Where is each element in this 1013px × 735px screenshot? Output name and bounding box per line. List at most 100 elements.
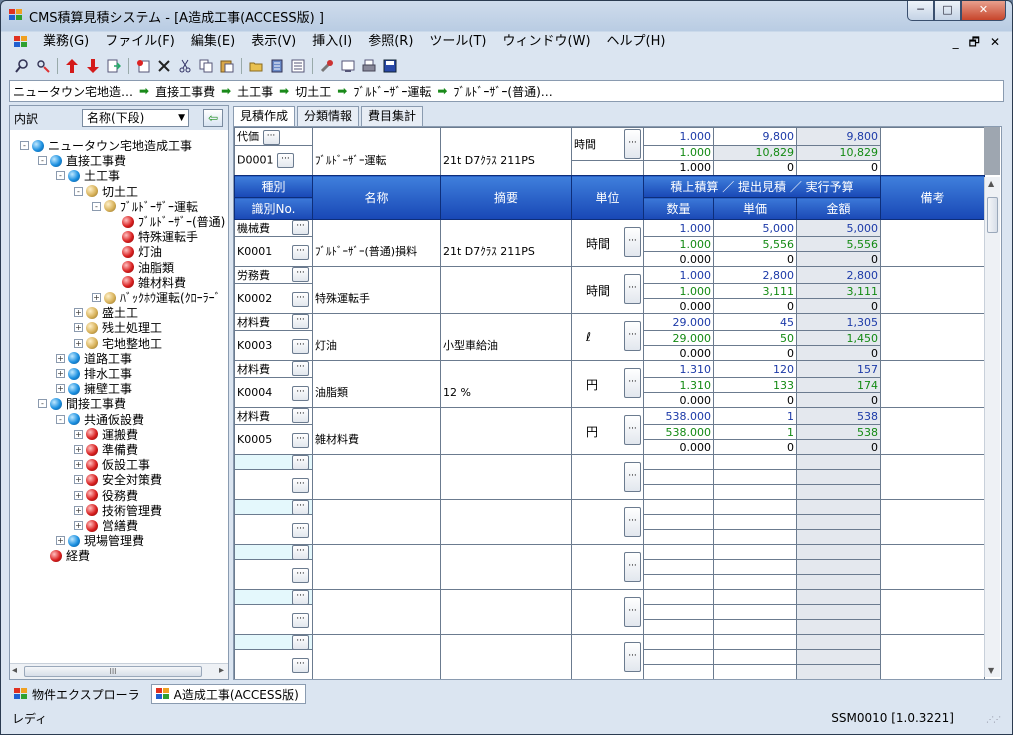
row-qty-estimate[interactable]: 1.000 bbox=[643, 219, 714, 237]
row-desc[interactable]: 小型車給油 bbox=[440, 330, 572, 361]
move-down-icon[interactable] bbox=[84, 57, 102, 75]
row-desc-top[interactable] bbox=[440, 360, 572, 378]
row-unit-cell[interactable]: ··· bbox=[571, 589, 644, 635]
row-desc[interactable] bbox=[440, 649, 572, 679]
row-name[interactable]: ﾌﾞﾙﾄﾞｰｻﾞｰ(普通)損料 bbox=[312, 236, 441, 267]
row-desc[interactable]: 21t D7ｸﾗｽ 211PS bbox=[440, 236, 572, 267]
row-qty-submit[interactable]: 1.310 bbox=[643, 377, 714, 393]
tree-node[interactable]: + 残土処理工 bbox=[74, 320, 162, 335]
ellipsis-button[interactable]: ··· bbox=[292, 220, 309, 235]
row-desc[interactable]: 12 % bbox=[440, 377, 572, 408]
row-price-submit[interactable]: 133 bbox=[713, 377, 797, 393]
collapse-icon[interactable]: - bbox=[56, 414, 65, 424]
scroll-up-icon[interactable]: ▲ bbox=[988, 179, 994, 188]
resize-grip-icon[interactable]: ⋰⋰ bbox=[986, 715, 1001, 724]
menu-insert[interactable]: 挿入(I) bbox=[304, 31, 360, 53]
row-kind-cell[interactable]: ··· bbox=[234, 634, 313, 650]
scroll-right-icon[interactable]: ▸ bbox=[219, 665, 224, 676]
ellipsis-button[interactable]: ··· bbox=[292, 658, 309, 673]
row-qty-submit[interactable] bbox=[643, 514, 714, 530]
menu-window[interactable]: ウィンドウ(W) bbox=[495, 31, 599, 53]
tree-node[interactable]: - 直接工事費 bbox=[38, 153, 126, 168]
row-desc-top[interactable] bbox=[440, 407, 572, 425]
ellipsis-button[interactable]: ··· bbox=[292, 361, 309, 376]
tree-view[interactable]: - ニュータウン宅地造成工事 - 直接工事費 - 土工事 - 切土工 - ﾌﾞﾙﾄﾞｰｻﾞｰ運転ﾌ… bbox=[10, 132, 228, 664]
tree-node[interactable]: + 役務費 bbox=[74, 488, 138, 503]
export-icon[interactable] bbox=[105, 57, 123, 75]
ellipsis-button[interactable]: ··· bbox=[292, 478, 309, 493]
row-price-submit[interactable]: 50 bbox=[713, 330, 797, 346]
row-note-cell[interactable] bbox=[880, 589, 986, 635]
row-kind-cell[interactable]: ··· bbox=[234, 454, 313, 470]
row-price-budget[interactable] bbox=[713, 619, 797, 635]
row-unit-cell[interactable]: 時間 ··· bbox=[571, 266, 644, 314]
row-price-estimate[interactable]: 120 bbox=[713, 360, 797, 378]
parent-price-estimate[interactable]: 9,800 bbox=[713, 127, 797, 146]
ellipsis-button[interactable]: ··· bbox=[292, 408, 309, 423]
row-note-cell[interactable] bbox=[880, 499, 986, 545]
row-name-top[interactable] bbox=[312, 634, 441, 650]
row-id-cell[interactable]: K0001 ··· bbox=[234, 236, 313, 267]
back-arrow-icon[interactable]: ⇦ bbox=[203, 109, 223, 127]
row-desc-top[interactable] bbox=[440, 219, 572, 237]
ellipsis-button[interactable]: ··· bbox=[292, 245, 309, 260]
breadcrumb-item[interactable]: ニュータウン宅地造… bbox=[13, 83, 133, 100]
row-note-cell[interactable] bbox=[880, 544, 986, 590]
row-name[interactable]: 雑材料費 bbox=[312, 424, 441, 455]
ellipsis-button[interactable]: ··· bbox=[624, 321, 641, 351]
row-kind-cell[interactable]: 材料費 ··· bbox=[234, 313, 313, 331]
row-name-top[interactable] bbox=[312, 454, 441, 470]
row-name[interactable] bbox=[312, 514, 441, 545]
row-price-budget[interactable]: 0 bbox=[713, 345, 797, 361]
row-name-top[interactable] bbox=[312, 219, 441, 237]
mdi-restore-button[interactable]: 🗗 bbox=[969, 31, 980, 53]
parent-qty-budget[interactable]: 1.000 bbox=[643, 159, 714, 176]
row-note-cell[interactable] bbox=[880, 454, 986, 500]
ellipsis-button[interactable]: ··· bbox=[624, 368, 641, 398]
tab-cost-summary[interactable]: 費目集計 bbox=[361, 106, 424, 126]
row-qty-budget[interactable]: 0.000 bbox=[643, 392, 714, 408]
tree-node[interactable]: 雑材料費 bbox=[110, 275, 186, 290]
parent-desc-top[interactable] bbox=[440, 127, 572, 145]
ellipsis-button[interactable]: ··· bbox=[624, 597, 641, 627]
cut-icon[interactable] bbox=[176, 57, 194, 75]
ellipsis-button[interactable]: ··· bbox=[292, 568, 309, 583]
parent-unit-cell[interactable]: 時間 ··· bbox=[571, 127, 644, 161]
row-desc[interactable] bbox=[440, 514, 572, 545]
ellipsis-button[interactable]: ··· bbox=[292, 267, 309, 282]
expand-icon[interactable]: + bbox=[74, 505, 83, 515]
menu-tools[interactable]: ツール(T) bbox=[421, 31, 494, 53]
tree-node[interactable]: + 仮設工事 bbox=[74, 457, 150, 472]
row-name-top[interactable] bbox=[312, 360, 441, 378]
row-qty-estimate[interactable]: 1.000 bbox=[643, 266, 714, 284]
expand-icon[interactable]: + bbox=[74, 521, 83, 530]
row-unit-cell[interactable]: 円 ··· bbox=[571, 360, 644, 408]
close-button[interactable]: ✕ bbox=[961, 1, 1006, 21]
row-unit-cell[interactable]: ℓ ··· bbox=[571, 313, 644, 361]
row-desc-top[interactable] bbox=[440, 544, 572, 560]
row-qty-submit[interactable] bbox=[643, 649, 714, 665]
row-id-cell[interactable]: ··· bbox=[234, 649, 313, 679]
row-kind-cell[interactable]: 労務費 ··· bbox=[234, 266, 313, 284]
minimize-button[interactable]: ─ bbox=[907, 1, 934, 21]
ellipsis-button[interactable]: ··· bbox=[624, 552, 641, 582]
row-price-estimate[interactable] bbox=[713, 634, 797, 650]
collapse-icon[interactable]: - bbox=[74, 186, 83, 196]
row-note-cell[interactable] bbox=[880, 219, 986, 267]
row-name[interactable]: 油脂類 bbox=[312, 377, 441, 408]
row-qty-submit[interactable]: 29.000 bbox=[643, 330, 714, 346]
search-icon[interactable] bbox=[13, 57, 31, 75]
row-desc[interactable] bbox=[440, 604, 572, 635]
row-qty-submit[interactable] bbox=[643, 559, 714, 575]
preview-icon[interactable] bbox=[339, 57, 357, 75]
expand-icon[interactable]: + bbox=[56, 369, 65, 378]
expand-icon[interactable]: + bbox=[74, 475, 83, 485]
row-price-submit[interactable]: 1 bbox=[713, 424, 797, 440]
display-mode-select[interactable]: 名称(下段) ▼ bbox=[82, 109, 189, 127]
ellipsis-button[interactable]: ··· bbox=[624, 462, 641, 492]
ellipsis-button[interactable]: ··· bbox=[292, 545, 309, 559]
row-name-top[interactable] bbox=[312, 313, 441, 331]
expand-icon[interactable]: + bbox=[56, 536, 65, 546]
row-note-cell[interactable] bbox=[880, 313, 986, 361]
menu-business[interactable]: 業務(G) bbox=[35, 31, 97, 53]
